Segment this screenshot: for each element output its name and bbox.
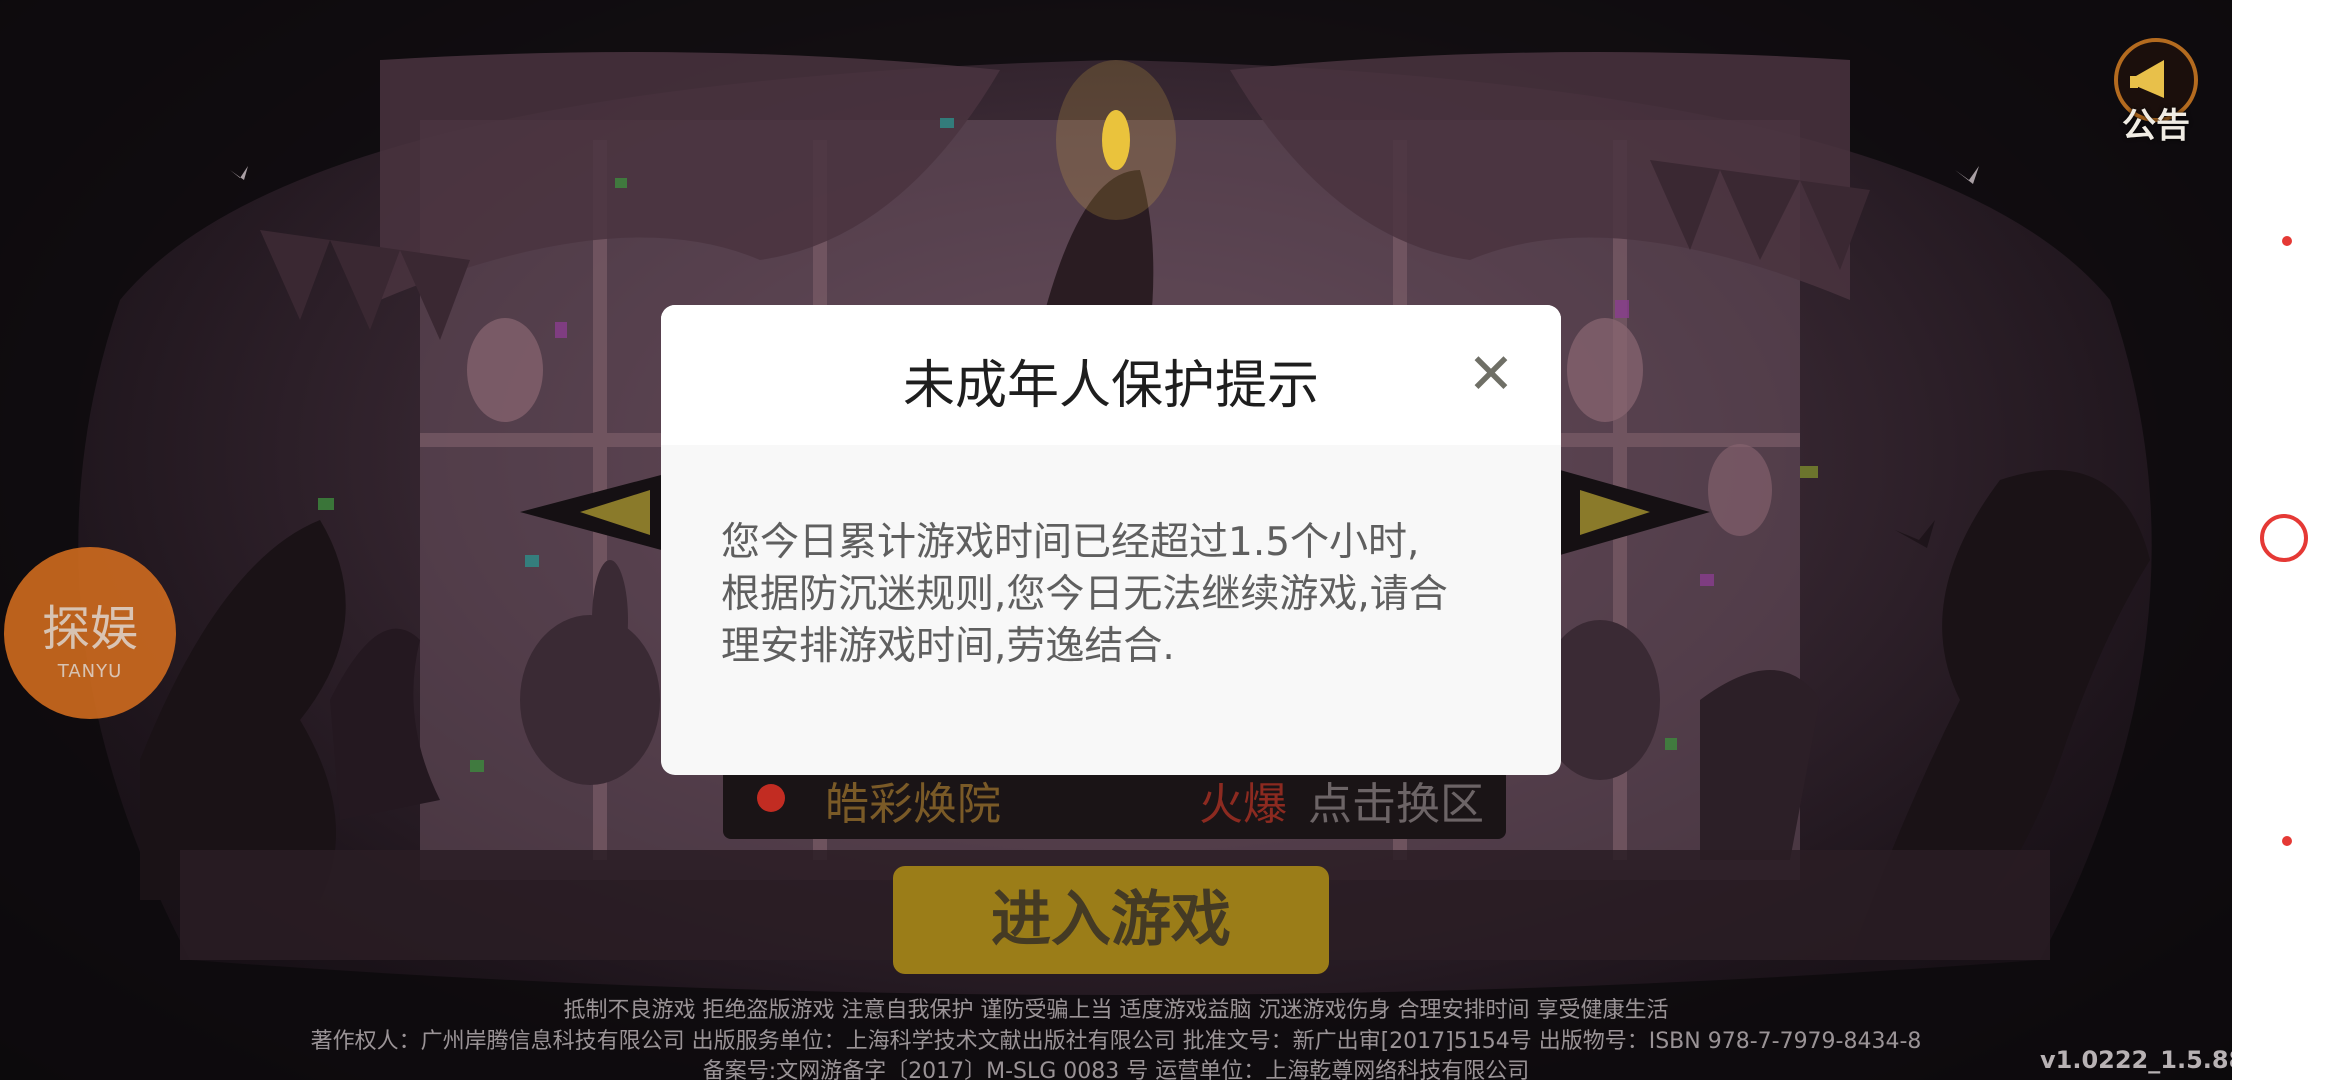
minor-protection-dialog: 未成年人保护提示 ✕ 您今日累计游戏时间已经超过1.5个小时, 根据防沉迷规则,… bbox=[661, 305, 1561, 775]
dialog-title: 未成年人保护提示 bbox=[902, 356, 1319, 416]
legal-notice-line3: 备案号:文网游备字〔2017〕M-SLG 0083 号 运营单位：上海乾尊网络科… bbox=[702, 1059, 1530, 1080]
tanyu-sub-text: TANYU bbox=[57, 661, 123, 682]
game-screen: 公告 探娱 TANYU 皓彩焕院 火爆 点击换区 进入游戏 抵制不良游戏 拒绝盗… bbox=[0, 0, 2232, 1080]
legal-notice-line1: 抵制不良游戏 拒绝盗版游戏 注意自我保护 谨防受骗上当 适度游戏益脑 沉迷游戏伤… bbox=[563, 998, 1669, 1023]
home-icon[interactable] bbox=[2260, 514, 2308, 562]
dialog-message-line: 理安排游戏时间,劳逸结合. bbox=[721, 624, 1175, 669]
announcement-button[interactable]: 公告 bbox=[2108, 38, 2204, 148]
server-status-dot bbox=[757, 784, 785, 812]
dialog-header: 未成年人保护提示 ✕ bbox=[661, 305, 1561, 445]
version-label: v1.0222_1.5.88 bbox=[2040, 1046, 2232, 1074]
system-nav-bar bbox=[2232, 0, 2340, 1080]
change-server-link[interactable]: 点击换区 bbox=[1308, 768, 1484, 832]
announcement-label: 公告 bbox=[2122, 106, 2190, 146]
dialog-message: 您今日累计游戏时间已经超过1.5个小时, 根据防沉迷规则,您今日无法继续游戏,请… bbox=[721, 517, 1521, 673]
dialog-message-line: 您今日累计游戏时间已经超过1.5个小时, bbox=[721, 520, 1420, 565]
recent-apps-icon[interactable] bbox=[2282, 236, 2292, 246]
enter-game-button[interactable]: 进入游戏 bbox=[893, 866, 1329, 974]
back-icon[interactable] bbox=[2282, 836, 2292, 846]
server-status: 火爆 bbox=[1199, 779, 1287, 830]
legal-notice-line2: 著作权人：广州岸腾信息科技有限公司 出版服务单位：上海科学技术文献出版社有限公司… bbox=[310, 1029, 1922, 1054]
dialog-message-line: 根据防沉迷规则,您今日无法继续游戏,请合 bbox=[721, 572, 1448, 617]
tanyu-float-button[interactable]: 探娱 TANYU bbox=[4, 547, 176, 719]
server-name: 皓彩焕院 bbox=[825, 779, 1001, 830]
tanyu-logo-text: 探娱 bbox=[41, 601, 138, 657]
close-icon[interactable]: ✕ bbox=[1461, 345, 1521, 405]
